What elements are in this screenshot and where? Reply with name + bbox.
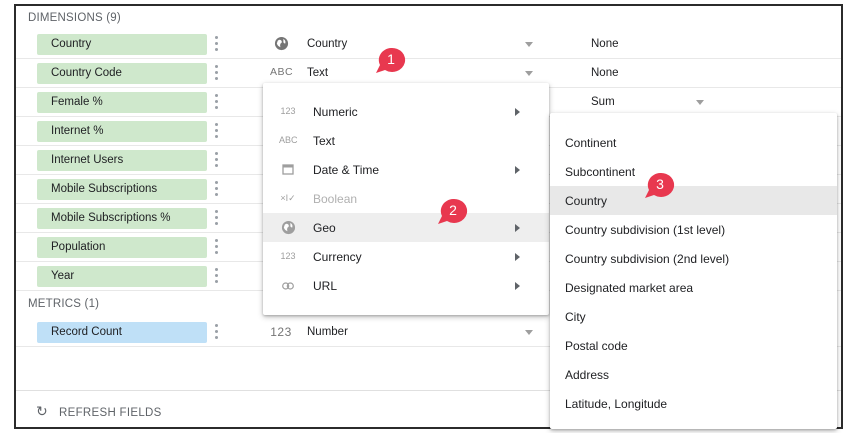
- refresh-icon: ↻: [36, 403, 49, 419]
- geo-menu-item[interactable]: City: [550, 302, 837, 331]
- type-menu-item-numeric[interactable]: 123 Numeric: [263, 97, 549, 126]
- field-options-kebab-icon[interactable]: [213, 123, 219, 139]
- refresh-label: REFRESH FIELDS: [59, 407, 162, 419]
- type-menu-item-label: Text: [313, 134, 336, 148]
- type-menu-item-label: Date & Time: [313, 163, 380, 177]
- type-menu-item-label: URL: [313, 279, 338, 293]
- field-options-kebab-icon[interactable]: [213, 324, 219, 340]
- field-options-kebab-icon[interactable]: [213, 65, 219, 81]
- geo-menu-item-label: Designated market area: [565, 281, 694, 295]
- geo-menu-item-label: Continent: [565, 136, 617, 150]
- text-type-icon: ABC: [270, 66, 294, 78]
- field-options-kebab-icon[interactable]: [213, 36, 219, 52]
- chevron-right-icon: [515, 166, 520, 174]
- dimension-chip[interactable]: Country: [37, 34, 207, 55]
- dimension-chip[interactable]: Year: [37, 266, 207, 287]
- refresh-fields-button[interactable]: ↻ REFRESH FIELDS: [36, 403, 162, 420]
- geo-menu-item[interactable]: Subcontinent: [550, 157, 837, 186]
- type-menu-item-geo[interactable]: Geo: [263, 213, 549, 242]
- field-options-kebab-icon[interactable]: [213, 210, 219, 226]
- chevron-down-icon[interactable]: [525, 330, 533, 335]
- geo-menu-item-label: Subcontinent: [565, 165, 636, 179]
- geo-menu-item-label: Postal code: [565, 339, 628, 353]
- type-menu-item-boolean: ×I✓ Boolean: [263, 184, 549, 213]
- type-icon: ABC: [279, 135, 298, 145]
- dimension-chip[interactable]: Country Code: [37, 63, 207, 84]
- type-icon: 123: [280, 251, 296, 261]
- type-icon: 123: [280, 106, 296, 116]
- type-menu-item-label: Boolean: [313, 192, 358, 206]
- metric-chip[interactable]: Record Count: [37, 322, 207, 343]
- callout-2: 2: [438, 198, 468, 224]
- field-options-kebab-icon[interactable]: [213, 94, 219, 110]
- geo-submenu: Continent Subcontinent Country Country subd…: [550, 113, 837, 429]
- dimensions-header: DIMENSIONS (9): [28, 12, 121, 24]
- chevron-right-icon: [515, 224, 520, 232]
- geo-menu-item[interactable]: Postal code: [550, 331, 837, 360]
- type-icon: ×I✓: [280, 193, 296, 203]
- geo-menu-item[interactable]: Country subdivision (2nd level): [550, 244, 837, 273]
- field-options-kebab-icon[interactable]: [213, 181, 219, 197]
- field-type-select[interactable]: Number: [307, 326, 348, 338]
- type-menu-item-date-time[interactable]: Date & Time: [263, 155, 549, 184]
- dimension-chip[interactable]: Internet %: [37, 121, 207, 142]
- geo-menu-item-label: City: [565, 310, 586, 324]
- geo-menu-item-label: Latitude, Longitude: [565, 397, 668, 411]
- dimension-row: Country Country None: [16, 30, 841, 59]
- geo-menu-item-label: Address: [565, 368, 610, 382]
- chevron-down-icon[interactable]: [525, 71, 533, 76]
- dimension-chip[interactable]: Mobile Subscriptions: [37, 179, 207, 200]
- chevron-right-icon: [515, 108, 520, 116]
- dimension-chip[interactable]: Population: [37, 237, 207, 258]
- dimension-chip[interactable]: Mobile Subscriptions %: [37, 208, 207, 229]
- geo-menu-item[interactable]: Continent: [550, 128, 837, 157]
- geo-menu-item[interactable]: Latitude, Longitude: [550, 389, 837, 418]
- geo-menu-item-label: Country: [565, 194, 608, 208]
- callout-3: 3: [645, 172, 675, 198]
- field-type-select[interactable]: Country: [307, 38, 347, 50]
- chevron-down-icon[interactable]: [525, 42, 533, 47]
- aggregation-select[interactable]: None: [591, 67, 619, 79]
- type-menu-item-url[interactable]: URL: [263, 271, 549, 300]
- dimension-chip[interactable]: Internet Users: [37, 150, 207, 171]
- geo-menu-item[interactable]: Designated market area: [550, 273, 837, 302]
- callout-2-label: 2: [449, 202, 457, 218]
- field-options-kebab-icon[interactable]: [213, 152, 219, 168]
- dimension-chip[interactable]: Female %: [37, 92, 207, 113]
- type-menu-item-label: Numeric: [313, 105, 358, 119]
- number-type-icon: 123: [270, 325, 292, 339]
- geo-menu-item-label: Country subdivision (1st level): [565, 223, 726, 237]
- link-icon: [279, 282, 297, 292]
- aggregation-select[interactable]: None: [591, 38, 619, 50]
- callout-1: 1: [376, 47, 406, 73]
- metrics-header: METRICS (1): [28, 298, 100, 310]
- callout-3-label: 3: [656, 176, 664, 192]
- aggregation-select[interactable]: Sum: [591, 96, 615, 108]
- chevron-right-icon: [515, 282, 520, 290]
- globe-icon: [270, 36, 292, 54]
- type-menu-item-text[interactable]: ABC Text: [263, 126, 549, 155]
- globe-icon: [279, 220, 297, 237]
- geo-menu-item-label: Country subdivision (2nd level): [565, 252, 730, 266]
- callout-1-label: 1: [387, 51, 395, 67]
- type-menu-item-label: Geo: [313, 221, 336, 235]
- field-options-kebab-icon[interactable]: [213, 239, 219, 255]
- field-options-kebab-icon[interactable]: [213, 268, 219, 284]
- type-menu-item-currency[interactable]: 123 Currency: [263, 242, 549, 271]
- chevron-right-icon: [515, 253, 520, 261]
- geo-menu-item[interactable]: Country: [550, 186, 837, 215]
- chevron-down-icon[interactable]: [696, 100, 704, 105]
- geo-menu-item[interactable]: Country subdivision (1st level): [550, 215, 837, 244]
- type-menu: 123 Numeric ABC Text Date & Time ×I✓ Boolean Ge…: [263, 83, 549, 315]
- calendar-icon: [279, 163, 297, 177]
- geo-menu-item[interactable]: Address: [550, 360, 837, 389]
- type-menu-item-label: Currency: [313, 250, 362, 264]
- field-type-select[interactable]: Text: [307, 67, 328, 79]
